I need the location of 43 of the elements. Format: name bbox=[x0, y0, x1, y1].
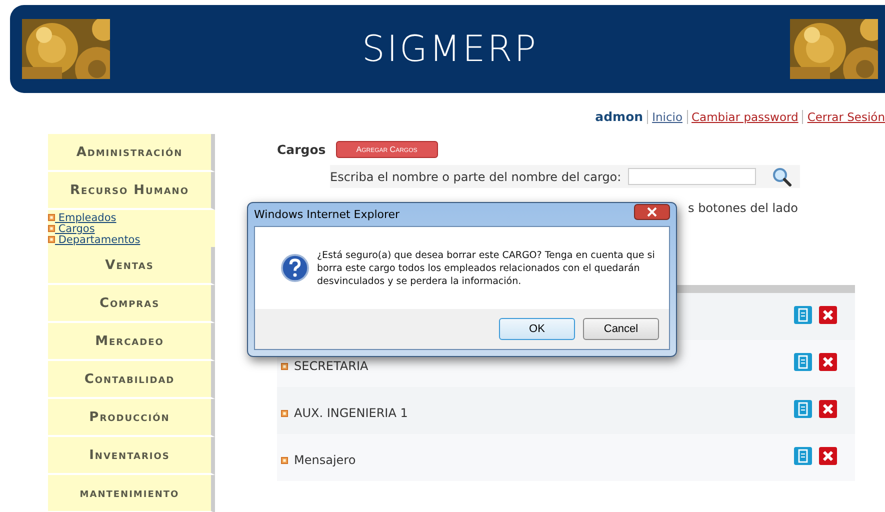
menu-item[interactable]: Inventarios bbox=[48, 437, 215, 475]
document-icon[interactable] bbox=[794, 447, 812, 465]
document-icon[interactable] bbox=[794, 400, 812, 418]
delete-icon[interactable] bbox=[819, 447, 837, 465]
bullet-icon bbox=[281, 362, 288, 370]
cargo-name: Mensajero bbox=[294, 453, 356, 467]
user-name: admon bbox=[595, 109, 644, 124]
dialog-button[interactable]: OK bbox=[499, 318, 575, 340]
question-icon bbox=[281, 254, 309, 282]
search-icon[interactable] bbox=[772, 166, 792, 186]
delete-icon[interactable] bbox=[819, 400, 837, 418]
menu-item[interactable]: Administración bbox=[48, 134, 215, 172]
dialog-button[interactable]: Cancel bbox=[583, 318, 659, 340]
search-label: Escriba el nombre o parte del nombre del cargo: bbox=[330, 170, 622, 184]
app-title: SIGMERP bbox=[362, 28, 538, 70]
nav-link[interactable]: Cerrar Sesión bbox=[802, 110, 885, 124]
hint-text: s botones del lado bbox=[688, 201, 798, 215]
menu-item[interactable]: mantenimiento bbox=[48, 475, 215, 512]
menu-item[interactable]: Ventas bbox=[48, 247, 215, 285]
close-icon[interactable] bbox=[634, 204, 670, 220]
menu-item[interactable]: Producción bbox=[48, 399, 215, 437]
submenu-link[interactable]: Cargos bbox=[55, 222, 95, 234]
cargo-name: SECRETARIA bbox=[294, 359, 368, 373]
menu-item[interactable]: Contabilidad bbox=[48, 361, 215, 399]
nav-link[interactable]: Cambiar password bbox=[686, 110, 798, 124]
dialog-message: ¿Está seguro(a) que desea borrar este CARGO? Tenga en cuenta que si borra este cargo todos los empleados relacionados con el quedarán desvinculados y se perdera la información. bbox=[317, 248, 656, 288]
nav-link[interactable]: Inicio bbox=[647, 110, 682, 124]
submenu-link[interactable]: Empleados bbox=[55, 212, 116, 224]
page-title: Cargos bbox=[277, 142, 326, 156]
document-icon[interactable] bbox=[794, 306, 812, 324]
search-field[interactable] bbox=[628, 168, 756, 185]
document-icon[interactable] bbox=[794, 353, 812, 371]
delete-icon[interactable] bbox=[819, 353, 837, 371]
cargo-name: AUX. INGENIERIA 1 bbox=[294, 406, 408, 420]
bullet-icon bbox=[281, 456, 288, 464]
submenu-link[interactable]: Departamentos bbox=[55, 234, 140, 246]
menu-item[interactable]: Mercadeo bbox=[48, 323, 215, 361]
bullet-icon bbox=[281, 410, 288, 416]
menu-item[interactable]: Recurso Humano bbox=[48, 172, 215, 210]
add-button[interactable]: Agregar Cargos bbox=[336, 140, 438, 158]
delete-icon[interactable] bbox=[819, 306, 837, 324]
menu-item[interactable]: Compras bbox=[48, 285, 215, 323]
dialog-title: Windows Internet Explorer bbox=[254, 208, 400, 221]
